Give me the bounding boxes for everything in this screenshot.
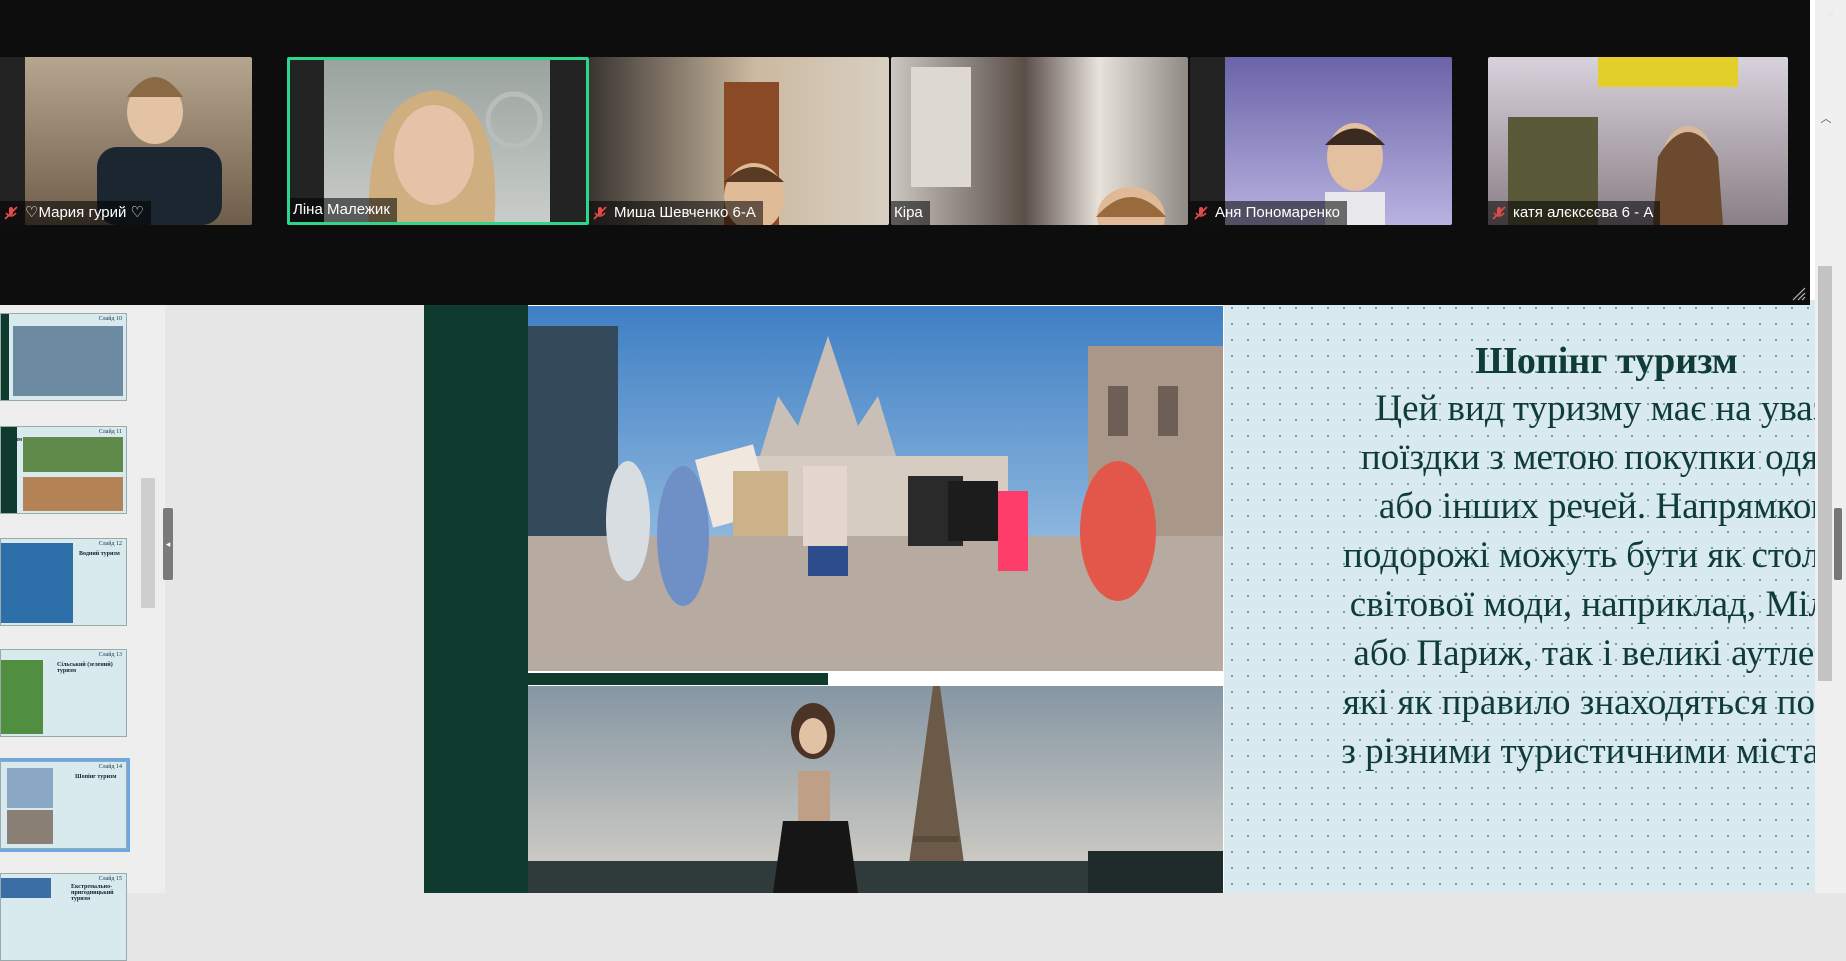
participant-video (25, 57, 252, 225)
thumbnail-title: Екстремально-пригодницький туризм (71, 884, 114, 902)
chevron-left-icon[interactable]: ◂ (163, 508, 173, 580)
participant-video-illustration (1508, 57, 1738, 225)
thumbnail-number: Слайд 12 (98, 541, 122, 547)
thumbnail-image (23, 477, 123, 511)
slide-divider-strip (528, 673, 828, 685)
participant-name: катя алєксєєва 6 - А (1513, 204, 1654, 221)
microphone-muted-icon (4, 206, 18, 220)
thumbnail-slide-12[interactable]: Слайд 12 Водний туризм (0, 538, 127, 626)
right-panel-handle[interactable] (1834, 508, 1842, 580)
thumbnail-slide-15[interactable]: Слайд 15 Екстремально-пригодницький тури… (0, 873, 127, 961)
participant-name-label: Миша Шевченко 6-А (589, 201, 763, 225)
participant-name: Аня Пономаренко (1215, 204, 1341, 221)
resize-grip-icon[interactable] (1790, 285, 1806, 301)
microphone-muted-icon (1492, 206, 1506, 220)
video-participants-strip[interactable]: ♡ Мария гурий ♡ Ліна Малежик Миша Шевчен… (0, 0, 1810, 305)
participant-name: Кіра (894, 204, 923, 221)
thumbnail-number: Слайд 14 (98, 764, 122, 770)
thumbnail-scrollbar[interactable] (141, 478, 155, 608)
participant-video-illustration (911, 67, 1166, 225)
chevron-up-icon[interactable]: ︿ (1819, 112, 1833, 126)
paris-shopping-photo[interactable] (528, 686, 1223, 893)
participant-name-suffix: ♡ (130, 204, 144, 221)
participant-video (1488, 57, 1788, 225)
participant-name: Мария гурий (38, 204, 127, 221)
thumbnail-band (1, 314, 9, 400)
participant-name-label: катя алєксєєва 6 - А (1488, 201, 1661, 225)
participant-tile[interactable]: ♡ Мария гурий ♡ (0, 57, 252, 225)
microphone-muted-icon (593, 206, 607, 220)
thumbnail-band (1, 427, 17, 513)
microphone-muted-icon (1194, 206, 1208, 220)
participant-video (589, 57, 889, 225)
thumbnail-number: Слайд 11 (98, 429, 122, 435)
thumbnail-number: Слайд 15 (98, 876, 122, 882)
thumbnail-image (23, 437, 123, 472)
thumbnail-slide-10[interactable]: Слайд 10 (0, 313, 127, 401)
paris-photo-illustration (528, 686, 1223, 893)
thumbnail-title: Сільський (зелений) туризм (57, 662, 113, 674)
thumbnail-image (1, 878, 51, 898)
participant-name-label: Аня Пономаренко (1190, 201, 1348, 225)
thumbnail-slide-11[interactable]: Слайд 11 туризм (0, 426, 127, 514)
thumbnail-image (13, 326, 123, 396)
thumbnail-image (7, 810, 53, 844)
thumbnail-slide-14[interactable]: Слайд 14 Шопінг туризм (0, 758, 130, 852)
thumbnail-number: Слайд 13 (98, 652, 122, 658)
participant-name-label: Ліна Малежик (290, 198, 397, 222)
slide-title: Шопінг туризм (1475, 340, 1738, 382)
participant-name-prefix: ♡ (25, 204, 39, 221)
thumbnail-title: Шопінг туризм (75, 774, 117, 780)
thumbnail-slide-13[interactable]: Слайд 13 Сільський (зелений) туризм (0, 649, 127, 737)
participant-tile[interactable]: катя алєксєєва 6 - А (1488, 57, 1788, 225)
participant-video-illustration (724, 82, 784, 225)
slide-text-block[interactable]: Шопінг туризм Цей вид туризму має на ува… (1334, 338, 1846, 776)
participant-video (1225, 57, 1452, 225)
participant-tile[interactable]: Кіра (891, 57, 1188, 225)
participant-video-illustration (1325, 123, 1385, 225)
thumbnail-title: Водний туризм (79, 551, 120, 557)
milan-shopping-photo[interactable] (528, 306, 1223, 671)
participant-name-label: Кіра (891, 201, 930, 225)
participant-name: Миша Шевченко 6-А (614, 204, 756, 221)
participant-tile[interactable]: Аня Пономаренко (1190, 57, 1452, 225)
thumbnail-image (7, 768, 53, 808)
slide-body-text: Цей вид туризму має на увазі поїздки з м… (1341, 388, 1846, 772)
participant-tile[interactable]: Миша Шевченко 6-А (589, 57, 889, 225)
vertical-scrollbar-thumb[interactable] (1818, 266, 1832, 681)
thumbnail-image (1, 543, 73, 623)
participant-video-illustration (97, 77, 222, 225)
milan-photo-illustration (528, 306, 1223, 671)
close-icon[interactable]: × (1820, 4, 1842, 26)
thumbnail-image (1, 660, 43, 734)
participant-tile-active-speaker[interactable]: Ліна Малежик (287, 57, 589, 225)
participant-name: Ліна Малежик (293, 201, 390, 218)
thumbnail-number: Слайд 10 (98, 316, 122, 322)
participant-name-label: ♡ Мария гурий ♡ (0, 201, 151, 225)
participant-video (891, 57, 1188, 225)
